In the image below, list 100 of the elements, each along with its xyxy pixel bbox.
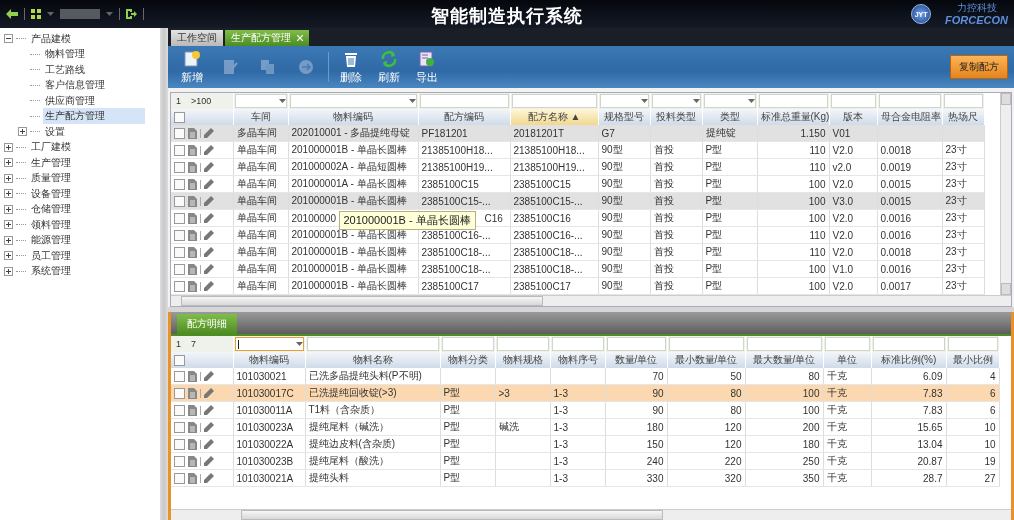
tree-item[interactable]: 质量管理 <box>29 170 73 187</box>
filter-field[interactable] <box>441 337 494 351</box>
document-icon[interactable] <box>188 229 197 241</box>
tree-item[interactable]: 工厂建模 <box>29 139 73 156</box>
expand-icon[interactable] <box>4 204 13 214</box>
grid-icon[interactable] <box>31 9 41 19</box>
document-icon[interactable] <box>188 195 197 207</box>
table-row[interactable]: 单晶车间 20100000 201000001B - 单晶长圆棒 C16 2385100C16 90型 首投 P型 100 V2.0 0.0016 23寸 <box>171 209 984 227</box>
tree-item[interactable]: 生产配方管理 <box>43 108 145 125</box>
toolbar-button[interactable]: 刷新 <box>371 48 407 86</box>
exit-icon[interactable] <box>126 9 137 19</box>
caret-icon[interactable] <box>278 98 286 104</box>
table-row[interactable]: 多晶车间 202010001 - 多晶提纯母锭 PF181201 20181201T G7 提纯锭 1.150 V01 <box>171 125 984 142</box>
row-checkbox[interactable] <box>174 455 185 467</box>
document-icon[interactable] <box>188 212 197 224</box>
row-checkbox[interactable] <box>174 195 185 207</box>
document-icon[interactable] <box>188 280 197 292</box>
table-row[interactable]: 101030021A 提纯头料 P型 1-3 330 320 350 千克 28.7 27 <box>171 469 999 487</box>
table-row[interactable]: 单晶车间 201000001B - 单晶长圆棒 2385100C15-... 2385100C15-... 90型 首投 P型 100 V3.0 0.0015 23寸 <box>171 192 984 210</box>
tree-item[interactable]: 产品建模 <box>29 30 73 47</box>
tree-item[interactable]: 生产管理 <box>29 154 73 171</box>
filter-field[interactable] <box>496 337 549 351</box>
document-icon[interactable] <box>188 246 197 258</box>
row-checkbox[interactable] <box>174 438 185 450</box>
horizontal-scrollbar[interactable] <box>171 295 1011 306</box>
expand-icon[interactable] <box>4 220 13 230</box>
table-row[interactable]: 单晶车间 201000002A - 单晶短圆棒 21385100H19... 21385100H19... 90型 首投 P型 110 v2.0 0.0019 23寸 <box>171 158 984 176</box>
caret-icon[interactable] <box>47 11 54 17</box>
caret-icon[interactable] <box>408 98 416 104</box>
table-row[interactable]: 101030011A T1料（含杂质） P型 1-3 90 80 100 千克 7.83 6 <box>171 401 999 419</box>
expand-icon[interactable] <box>4 142 13 152</box>
row-checkbox[interactable] <box>174 144 185 156</box>
toolbar-button[interactable]: 删除 <box>333 48 369 86</box>
expand-icon[interactable] <box>4 189 13 199</box>
caret-icon[interactable] <box>295 341 303 347</box>
filter-field[interactable] <box>306 337 439 351</box>
document-icon[interactable] <box>188 161 197 173</box>
toolbar-button[interactable]: 导出 <box>409 48 445 86</box>
document-icon[interactable] <box>188 263 197 275</box>
row-checkbox[interactable] <box>174 404 185 416</box>
table-row[interactable]: 单晶车间 201000001B - 单晶长圆棒 2385100C18-... 2385100C18-... 90型 首投 P型 110 V2.0 0.0018 23寸 <box>171 243 984 261</box>
filter-dropdown[interactable] <box>651 94 701 108</box>
tree-item[interactable]: 员工管理 <box>29 247 73 264</box>
filter-field[interactable] <box>872 337 945 351</box>
vertical-scrollbar[interactable] <box>1000 93 1011 295</box>
table-row[interactable]: 单晶车间 201000001B - 单晶长圆棒 21385100H18... 21385100H18... 90型 首投 P型 110 V2.0 0.0018 23寸 <box>171 141 984 159</box>
tree-item[interactable]: 设备管理 <box>29 185 73 202</box>
close-icon[interactable] <box>297 35 303 41</box>
filter-field[interactable] <box>551 337 604 351</box>
tree-item[interactable]: 系统管理 <box>29 263 73 280</box>
document-icon[interactable] <box>188 472 197 484</box>
document-icon[interactable] <box>188 404 197 416</box>
tree-item[interactable]: 供应商管理 <box>43 92 97 109</box>
row-checkbox[interactable] <box>174 421 185 433</box>
table-row[interactable]: 101030022A 提纯边皮料(含杂质) P型 1-3 150 120 180 千克 13.04 10 <box>171 435 999 453</box>
table-row[interactable]: 101030017C 已洗提纯回收锭(>3) P型 >3 1-3 90 80 100 千克 7.83 6 <box>171 384 999 402</box>
expand-icon[interactable] <box>4 266 13 276</box>
filter-field[interactable] <box>606 337 666 351</box>
tree-item[interactable]: 物料管理 <box>43 46 87 63</box>
document-icon[interactable] <box>188 421 197 433</box>
collapse-icon[interactable] <box>4 34 13 44</box>
filter-field[interactable] <box>419 94 509 108</box>
filter-field[interactable] <box>511 94 597 108</box>
filter-field[interactable] <box>943 94 983 108</box>
copy-recipe-button[interactable]: 复制配方 <box>950 55 1008 79</box>
select-all-checkbox[interactable] <box>174 111 185 123</box>
table-row[interactable]: 101030023A 提纯尾料（碱洗） P型 碱洗 1-3 180 120 200 千克 15.65 10 <box>171 418 999 436</box>
row-checkbox[interactable] <box>174 127 185 139</box>
document-icon[interactable] <box>188 438 197 450</box>
row-checkbox[interactable] <box>174 161 185 173</box>
expand-icon[interactable] <box>4 173 13 183</box>
row-checkbox[interactable] <box>174 387 185 399</box>
back-icon[interactable] <box>6 9 18 19</box>
row-checkbox[interactable] <box>174 472 185 484</box>
tree-item[interactable]: 设置 <box>43 123 67 140</box>
row-checkbox[interactable] <box>174 370 185 382</box>
tree-item[interactable]: 工艺路线 <box>43 61 87 78</box>
row-checkbox[interactable] <box>174 246 185 258</box>
table-row[interactable]: 单晶车间 201000001B - 单晶长圆棒 2385100C18-... 2385100C18-... 90型 首投 P型 100 V1.0 0.0016 23寸 <box>171 260 984 278</box>
caret-icon[interactable] <box>640 98 648 104</box>
document-icon[interactable] <box>188 144 197 156</box>
select-all-checkbox[interactable] <box>174 354 185 366</box>
tree-item[interactable]: 领料管理 <box>29 216 73 233</box>
tab[interactable]: 工作空间 <box>171 30 223 46</box>
toolbar-button[interactable]: 新增 <box>174 48 210 86</box>
expand-icon[interactable] <box>4 158 13 168</box>
document-icon[interactable] <box>188 178 197 190</box>
filter-field[interactable] <box>758 94 828 108</box>
caret-icon[interactable] <box>692 98 700 104</box>
filter-field[interactable] <box>746 337 822 351</box>
table-row[interactable]: 101030021 已洗多晶提纯头料(P不明) 70 50 80 千克 6.09 4 <box>171 368 999 385</box>
tree-item[interactable]: 能源管理 <box>29 232 73 249</box>
filter-field[interactable] <box>824 337 870 351</box>
filter-dropdown[interactable] <box>599 94 649 108</box>
filter-dropdown[interactable] <box>234 337 304 351</box>
caret-icon[interactable] <box>106 11 113 17</box>
row-checkbox[interactable] <box>174 263 185 275</box>
column-header[interactable]: 配方名称 <box>527 111 568 122</box>
expand-icon[interactable] <box>4 251 13 261</box>
document-icon[interactable] <box>188 387 197 399</box>
